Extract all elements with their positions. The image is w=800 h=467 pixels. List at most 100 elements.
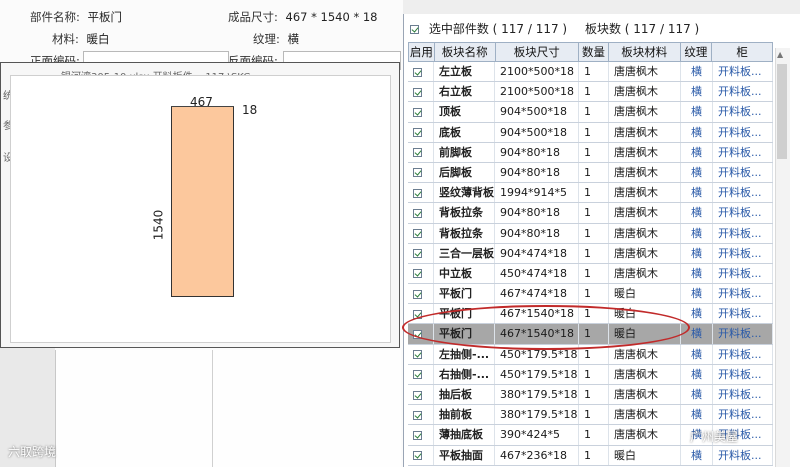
table-row[interactable]: 右抽侧-... 450*179.5*18 1 唐唐枫木横开料板... bbox=[408, 364, 773, 385]
table-row[interactable]: 背板拉条 904*80*18 1 唐唐枫木横开料板... bbox=[408, 223, 773, 244]
row-texture[interactable]: 横 bbox=[681, 223, 713, 243]
row-texture[interactable]: 横 bbox=[681, 243, 713, 263]
table-row[interactable]: 抽后板 380*179.5*18 1 唐唐枫木横开料板... bbox=[408, 385, 773, 406]
row-checkbox[interactable] bbox=[413, 107, 422, 117]
row-cabinet[interactable]: 开料板... bbox=[713, 304, 773, 324]
table-row[interactable]: 平板抽面 467*236*18 1 暖白横开料板... bbox=[408, 445, 773, 466]
row-enabled-checkbox[interactable] bbox=[408, 162, 434, 183]
table-row[interactable]: 平板门 467*474*18 1 暖白横开料板... bbox=[408, 284, 773, 305]
row-checkbox[interactable] bbox=[413, 370, 422, 380]
row-texture[interactable]: 横 bbox=[681, 263, 713, 284]
row-checkbox[interactable] bbox=[413, 168, 422, 178]
row-texture[interactable]: 横 bbox=[681, 122, 713, 142]
row-enabled-checkbox[interactable] bbox=[408, 425, 434, 445]
row-checkbox[interactable] bbox=[413, 269, 422, 279]
row-enabled-checkbox[interactable] bbox=[408, 82, 434, 102]
row-checkbox[interactable] bbox=[413, 309, 422, 319]
row-cabinet[interactable]: 开料板... bbox=[713, 142, 773, 162]
row-texture[interactable]: 横 bbox=[681, 142, 713, 162]
row-enabled-checkbox[interactable] bbox=[408, 62, 434, 82]
scrollbar-thumb[interactable] bbox=[777, 64, 787, 159]
row-cabinet[interactable]: 开料板... bbox=[713, 82, 773, 102]
row-checkbox[interactable] bbox=[413, 350, 422, 360]
row-enabled-checkbox[interactable] bbox=[408, 385, 434, 405]
row-enabled-checkbox[interactable] bbox=[408, 304, 434, 324]
row-enabled-checkbox[interactable] bbox=[408, 344, 434, 364]
col-enabled[interactable]: 启用 bbox=[409, 43, 435, 61]
row-enabled-checkbox[interactable] bbox=[408, 284, 434, 304]
row-cabinet[interactable]: 开料板... bbox=[713, 223, 773, 243]
row-texture[interactable]: 横 bbox=[681, 82, 713, 102]
row-checkbox[interactable] bbox=[413, 128, 422, 138]
row-cabinet[interactable]: 开料板... bbox=[713, 203, 773, 223]
row-texture[interactable]: 横 bbox=[681, 445, 713, 465]
row-cabinet[interactable]: 开料板... bbox=[713, 284, 773, 304]
row-texture[interactable]: 横 bbox=[681, 284, 713, 304]
row-checkbox[interactable] bbox=[413, 249, 422, 259]
row-checkbox[interactable] bbox=[413, 410, 422, 420]
row-enabled-checkbox[interactable] bbox=[408, 122, 434, 142]
row-checkbox[interactable] bbox=[413, 430, 422, 440]
row-texture[interactable]: 横 bbox=[681, 183, 713, 203]
scroll-up-icon[interactable]: ▲ bbox=[777, 50, 783, 59]
row-texture[interactable]: 横 bbox=[681, 405, 713, 425]
row-enabled-checkbox[interactable] bbox=[408, 445, 434, 465]
row-texture[interactable]: 横 bbox=[681, 102, 713, 122]
table-row[interactable]: 后脚板 904*80*18 1 唐唐枫木横开料板... bbox=[408, 162, 773, 184]
col-board-name[interactable]: 板块名称 bbox=[435, 43, 496, 61]
table-row[interactable]: 左抽侧-... 450*179.5*18 1 唐唐枫木横开料板... bbox=[408, 344, 773, 365]
row-cabinet[interactable]: 开料板... bbox=[713, 122, 773, 142]
table-row[interactable]: 顶板 904*500*18 1 唐唐枫木横开料板... bbox=[408, 102, 773, 123]
table-row[interactable]: 右立板 2100*500*18 1 唐唐枫木横开料板... bbox=[408, 82, 773, 103]
row-cabinet[interactable]: 开料板... bbox=[713, 243, 773, 263]
row-checkbox[interactable] bbox=[413, 67, 422, 77]
row-cabinet[interactable]: 开料板... bbox=[713, 263, 773, 284]
row-checkbox[interactable] bbox=[413, 87, 422, 97]
row-texture[interactable]: 横 bbox=[681, 385, 713, 405]
table-row[interactable]: 左立板 2100*500*18 1 唐唐枫木横开料板... bbox=[408, 62, 773, 83]
row-texture[interactable]: 横 bbox=[681, 304, 713, 324]
row-texture[interactable]: 横 bbox=[681, 324, 713, 344]
row-checkbox[interactable] bbox=[413, 208, 422, 218]
table-row[interactable]: 平板门 467*1540*18 1 暖白横开料板... bbox=[408, 324, 773, 345]
row-texture[interactable]: 横 bbox=[681, 364, 713, 384]
row-checkbox[interactable] bbox=[413, 229, 422, 238]
table-row[interactable]: 背板拉条 904*80*18 1 唐唐枫木横开料板... bbox=[408, 203, 773, 224]
col-cabinet[interactable]: 柜 bbox=[712, 43, 772, 61]
row-cabinet[interactable]: 开料板... bbox=[713, 162, 773, 183]
row-cabinet[interactable]: 开料板... bbox=[713, 102, 773, 122]
col-board-size[interactable]: 板块尺寸 bbox=[496, 43, 580, 61]
col-texture[interactable]: 纹理 bbox=[681, 43, 713, 61]
row-texture[interactable]: 横 bbox=[681, 203, 713, 223]
row-enabled-checkbox[interactable] bbox=[408, 203, 434, 223]
row-cabinet[interactable]: 开料板... bbox=[713, 62, 773, 82]
row-checkbox[interactable] bbox=[413, 148, 422, 158]
row-cabinet[interactable]: 开料板... bbox=[713, 405, 773, 425]
row-enabled-checkbox[interactable] bbox=[408, 263, 434, 284]
row-cabinet[interactable]: 开料板... bbox=[713, 364, 773, 384]
row-enabled-checkbox[interactable] bbox=[408, 324, 434, 344]
table-row[interactable]: 前脚板 904*80*18 1 唐唐枫木横开料板... bbox=[408, 142, 773, 163]
table-row[interactable]: 抽前板 380*179.5*18 1 唐唐枫木横开料板... bbox=[408, 405, 773, 426]
table-row[interactable]: 中立板 450*474*18 1 唐唐枫木横开料板... bbox=[408, 263, 773, 285]
row-cabinet[interactable]: 开料板... bbox=[713, 344, 773, 364]
row-enabled-checkbox[interactable] bbox=[408, 364, 434, 384]
table-row[interactable]: 三合一层板 904*474*18 1 唐唐枫木横开料板... bbox=[408, 243, 773, 264]
row-enabled-checkbox[interactable] bbox=[408, 183, 434, 203]
row-checkbox[interactable] bbox=[413, 188, 422, 198]
select-all-checkbox[interactable] bbox=[410, 25, 419, 34]
row-enabled-checkbox[interactable] bbox=[408, 102, 434, 122]
row-enabled-checkbox[interactable] bbox=[408, 243, 434, 263]
table-row[interactable]: 竖纹薄背板 1994*914*5 1 唐唐枫木横开料板... bbox=[408, 183, 773, 204]
row-cabinet[interactable]: 开料板... bbox=[713, 183, 773, 203]
row-checkbox[interactable] bbox=[413, 329, 422, 339]
table-row[interactable]: 平板门 467*1540*18 1 暖白横开料板... bbox=[408, 304, 773, 325]
row-enabled-checkbox[interactable] bbox=[408, 405, 434, 425]
table-row[interactable]: 底板 904*500*18 1 唐唐枫木横开料板... bbox=[408, 122, 773, 143]
col-quantity[interactable]: 数量 bbox=[579, 43, 609, 61]
row-cabinet[interactable]: 开料板... bbox=[713, 445, 773, 465]
row-enabled-checkbox[interactable] bbox=[408, 142, 434, 162]
row-enabled-checkbox[interactable] bbox=[408, 223, 434, 243]
row-checkbox[interactable] bbox=[413, 390, 422, 400]
col-board-material[interactable]: 板块材料 bbox=[609, 43, 681, 61]
